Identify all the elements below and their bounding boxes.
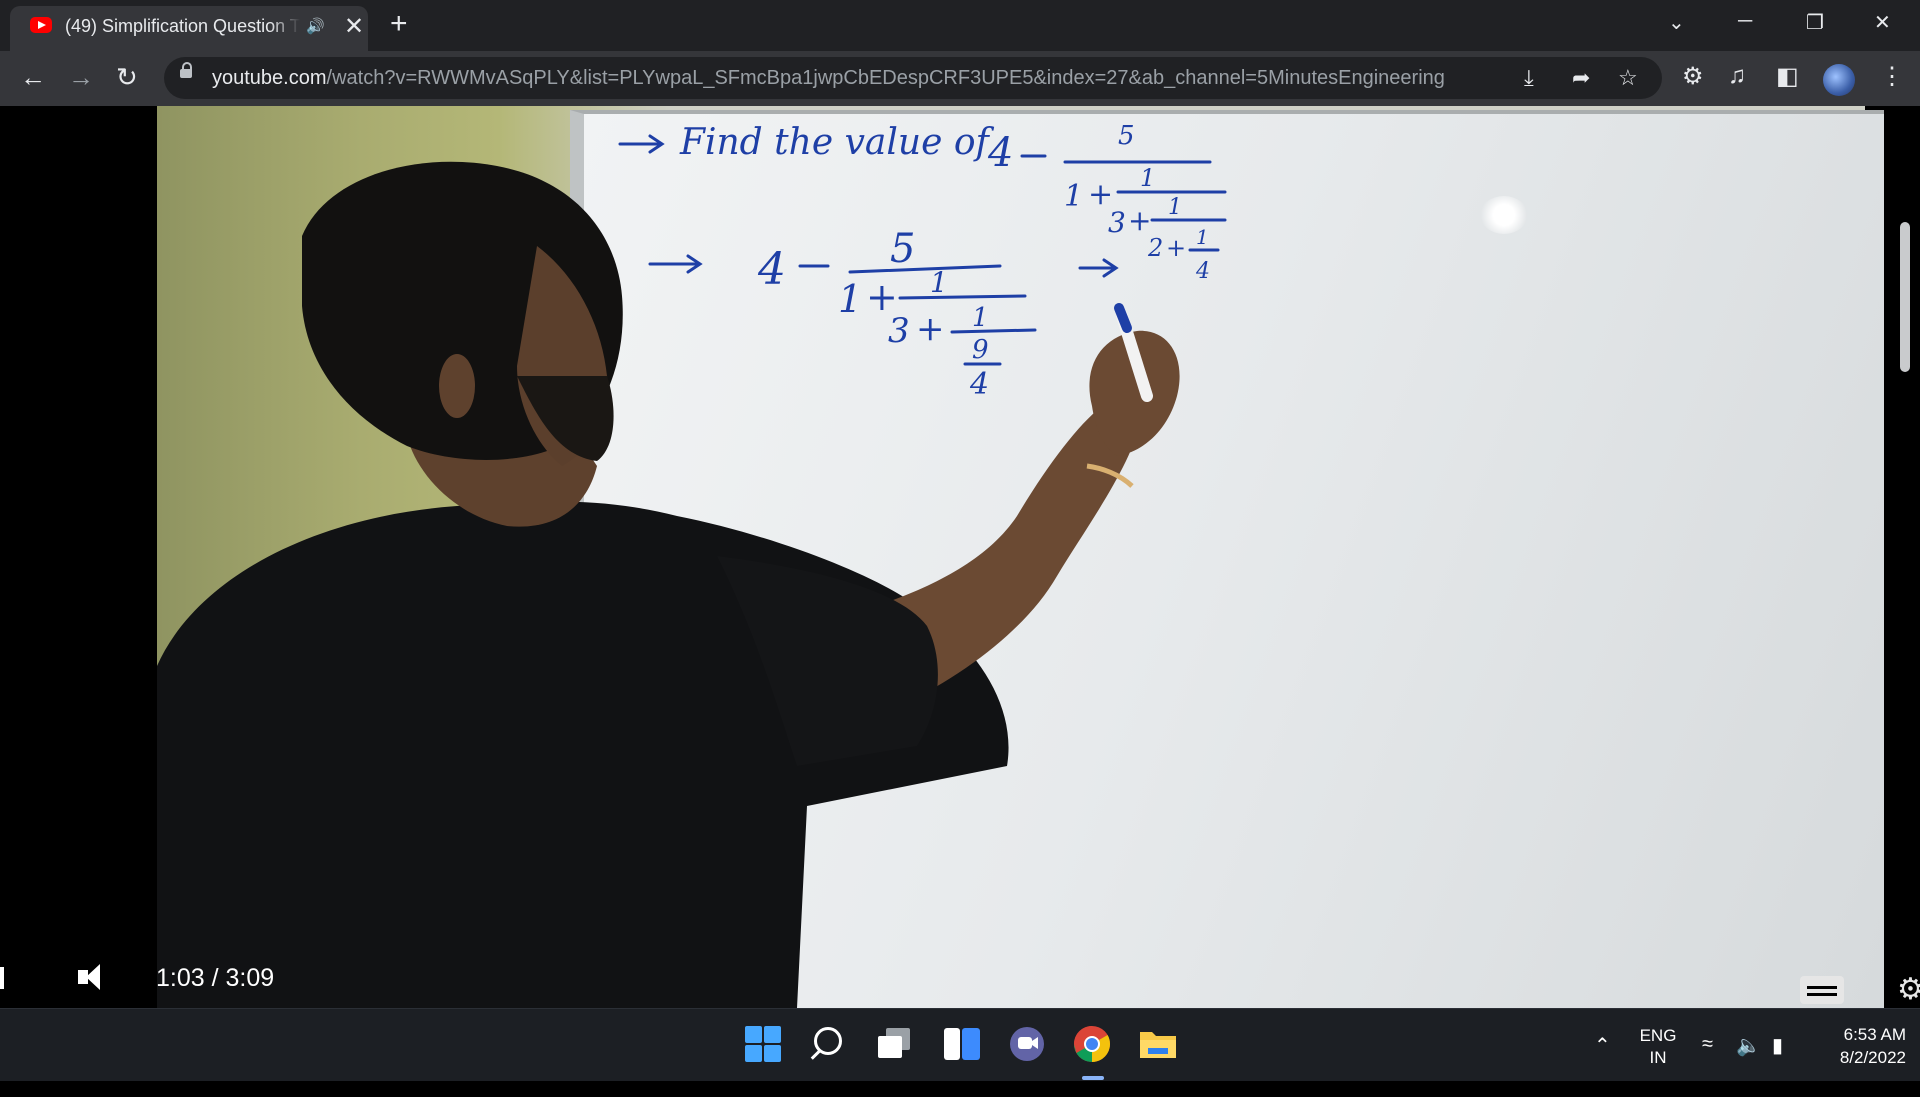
install-app-icon[interactable]: ⤓ xyxy=(1524,65,1534,91)
wifi-icon[interactable]: ≈ xyxy=(1702,1033,1713,1056)
tab-search-icon[interactable]: ⌄ xyxy=(1668,10,1685,35)
next-video-icon[interactable] xyxy=(0,967,4,989)
page-scrollbar-thumb[interactable] xyxy=(1900,222,1910,372)
tab-strip: (49) Simplification Question Type 4 | 5 … xyxy=(0,0,1920,51)
side-panel-icon[interactable]: ◧ xyxy=(1776,62,1799,91)
clock[interactable]: 6:53 AM 8/2/2022 xyxy=(1806,1023,1906,1095)
tab-title: (49) Simplification Question Type 4 | 5 … xyxy=(65,16,300,37)
subtitles-icon[interactable] xyxy=(1800,976,1844,1004)
share-icon[interactable]: ➦ xyxy=(1572,65,1590,91)
teams-chat-icon[interactable] xyxy=(1005,1022,1049,1066)
presenter xyxy=(157,161,1180,1008)
search-icon[interactable] xyxy=(808,1022,852,1066)
show-hidden-icons-chevron-icon[interactable]: ⌃ xyxy=(1594,1033,1611,1058)
start-windows-icon[interactable] xyxy=(741,1022,785,1066)
minimize-button[interactable]: ─ xyxy=(1738,10,1752,33)
chrome-icon[interactable] xyxy=(1070,1022,1114,1066)
back-arrow-icon[interactable]: ← xyxy=(20,62,46,93)
task-view-icon[interactable] xyxy=(874,1022,918,1066)
input-language[interactable]: ENG IN xyxy=(1628,1025,1688,1097)
profile-avatar[interactable] xyxy=(1823,64,1855,96)
media-control-icon[interactable]: ♫ xyxy=(1728,62,1746,90)
window-close-button[interactable]: ✕ xyxy=(1874,10,1891,35)
restore-button[interactable]: ❐ xyxy=(1806,10,1824,35)
chrome-active-indicator xyxy=(1082,1076,1104,1080)
extensions-puzzle-icon[interactable]: ⚙ xyxy=(1682,62,1704,91)
active-tab[interactable]: (49) Simplification Question Type 4 | 5 … xyxy=(10,6,368,51)
browser-toolbar: ← → ↻ youtube.com/watch?v=RWWMvASqPLY&li… xyxy=(0,51,1920,106)
player-controls: 1:03 / 3:09 ⚙ xyxy=(0,946,1920,1006)
file-explorer-icon[interactable] xyxy=(1136,1022,1180,1066)
battery-icon[interactable]: ▮ xyxy=(1772,1033,1783,1058)
tab-audio-icon[interactable]: 🔊 xyxy=(306,17,325,35)
bookmark-star-icon[interactable]: ☆ xyxy=(1618,65,1638,91)
video-time: 1:03 / 3:09 xyxy=(156,964,275,992)
forward-arrow-icon[interactable]: → xyxy=(68,62,94,93)
lock-icon[interactable] xyxy=(180,62,192,78)
video-player[interactable]: Find the value of 4 5 1 + 1 3 + 1 2 + 1 … xyxy=(0,106,1920,1008)
url-text[interactable]: youtube.com/watch?v=RWWMvASqPLY&list=PLY… xyxy=(212,67,1445,90)
speaker-icon[interactable]: 🔈 xyxy=(1736,1033,1761,1058)
new-tab-button[interactable]: + xyxy=(390,8,408,40)
volume-icon[interactable] xyxy=(78,964,100,990)
widgets-icon[interactable] xyxy=(940,1022,984,1066)
tab-close-button[interactable]: ✕ xyxy=(344,12,364,41)
settings-gear-icon[interactable]: ⚙ xyxy=(1897,972,1920,1007)
reload-icon[interactable]: ↻ xyxy=(116,62,138,93)
address-bar[interactable]: youtube.com/watch?v=RWWMvASqPLY&list=PLY… xyxy=(164,57,1662,99)
menu-kebab-icon[interactable]: ⋮ xyxy=(1880,62,1904,91)
youtube-favicon-icon xyxy=(30,17,52,33)
